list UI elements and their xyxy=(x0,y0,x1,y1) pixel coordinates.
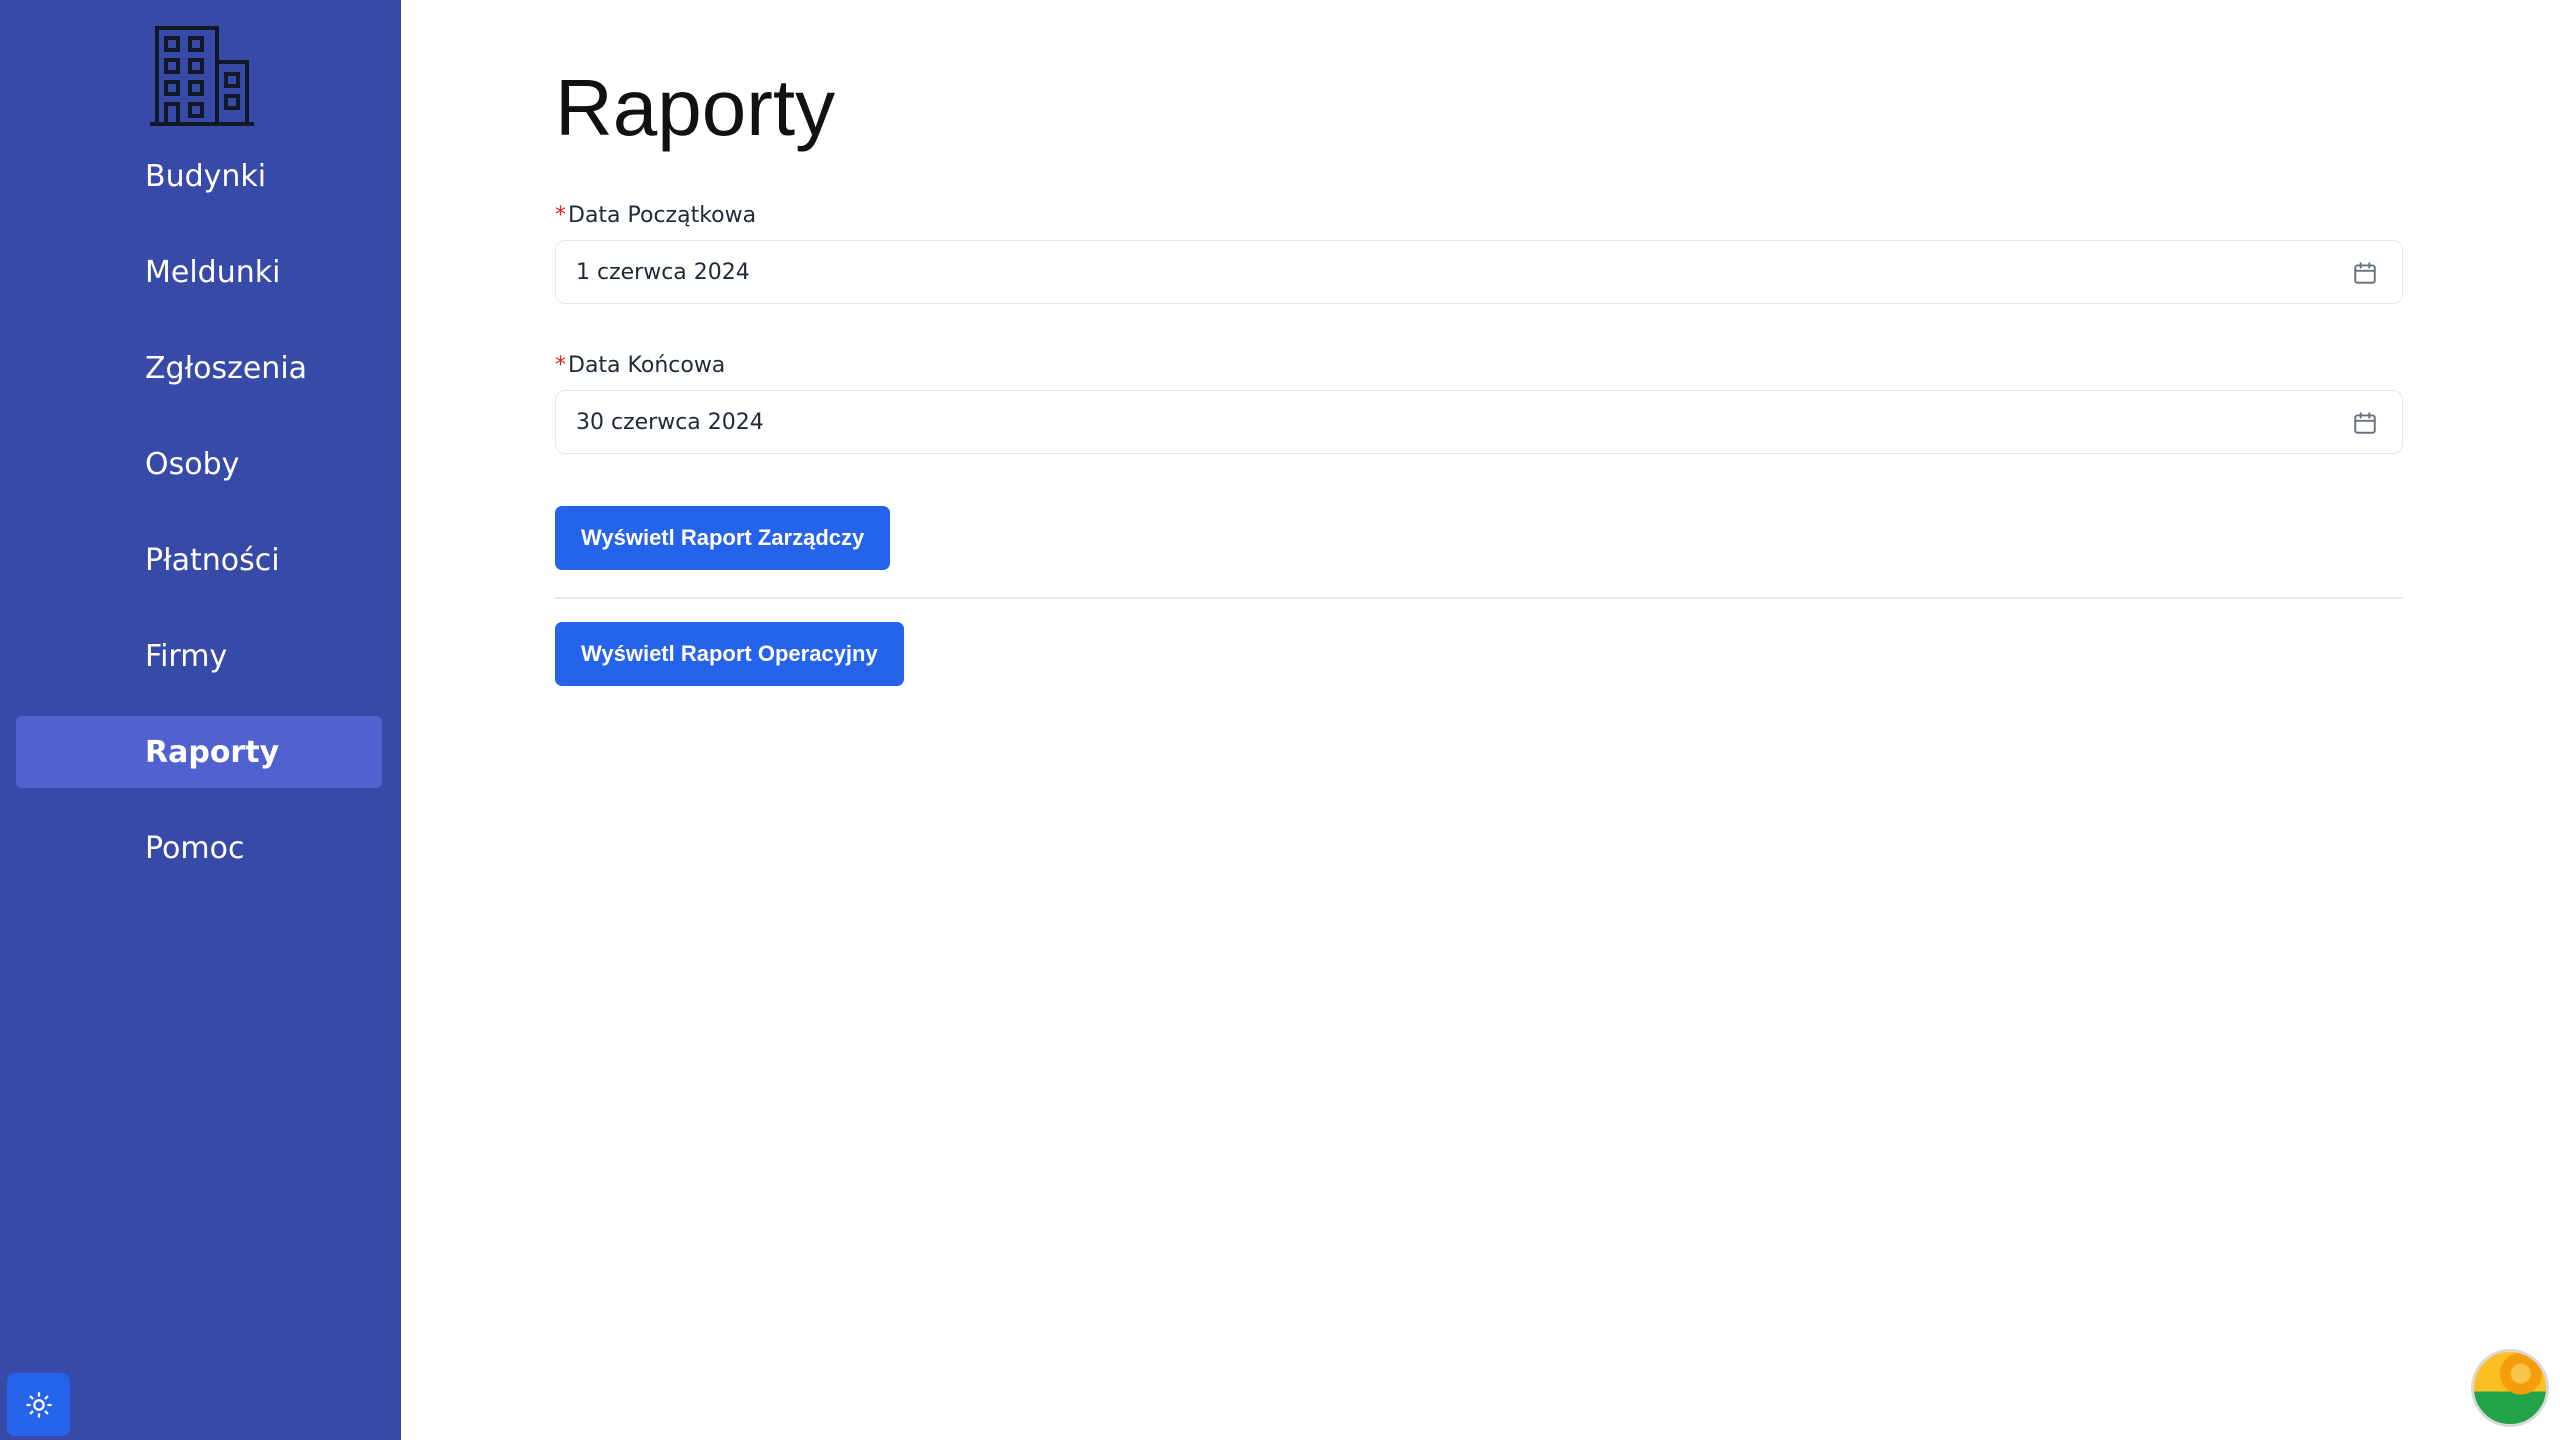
main-content: Raporty *Data Początkowa 1 czerwca 2024 … xyxy=(401,0,2560,1440)
sidebar-item-pomoc[interactable]: Pomoc xyxy=(16,812,382,884)
operational-report-button[interactable]: Wyświetl Raport Operacyjny xyxy=(555,622,904,686)
start-date-value: 1 czerwca 2024 xyxy=(576,259,750,285)
sidebar-item-zgloszenia[interactable]: Zgłoszenia xyxy=(16,332,382,404)
divider xyxy=(555,597,2403,599)
sidebar-item-firmy[interactable]: Firmy xyxy=(16,620,382,692)
end-date-value: 30 czerwca 2024 xyxy=(576,409,764,435)
end-date-label: *Data Końcowa xyxy=(555,353,725,378)
end-date-label-text: Data Końcowa xyxy=(568,353,726,378)
start-date-label-text: Data Początkowa xyxy=(568,203,757,228)
sidebar-item-osoby[interactable]: Osoby xyxy=(16,428,382,500)
start-date-input[interactable]: 1 czerwca 2024 xyxy=(555,240,2403,304)
page-title: Raporty xyxy=(555,63,836,152)
end-date-input[interactable]: 30 czerwca 2024 xyxy=(555,390,2403,454)
sidebar: Budynki Meldunki Zgłoszenia Osoby Płatno… xyxy=(0,0,401,1440)
required-mark: * xyxy=(555,203,566,228)
required-mark: * xyxy=(555,353,566,378)
sidebar-item-budynki[interactable]: Budynki xyxy=(16,140,382,212)
sidebar-item-platnosci[interactable]: Płatności xyxy=(16,524,382,596)
calendar-icon[interactable] xyxy=(2352,260,2378,286)
management-report-button[interactable]: Wyświetl Raport Zarządczy xyxy=(555,506,891,570)
building-icon[interactable] xyxy=(150,22,254,128)
sidebar-item-raporty[interactable]: Raporty xyxy=(16,716,382,788)
sun-icon xyxy=(25,1391,52,1418)
theme-toggle-button[interactable] xyxy=(7,1373,70,1436)
start-date-label: *Data Początkowa xyxy=(555,203,756,228)
avatar[interactable] xyxy=(2471,1349,2549,1427)
calendar-icon[interactable] xyxy=(2352,410,2378,436)
sidebar-item-meldunki[interactable]: Meldunki xyxy=(16,236,382,308)
